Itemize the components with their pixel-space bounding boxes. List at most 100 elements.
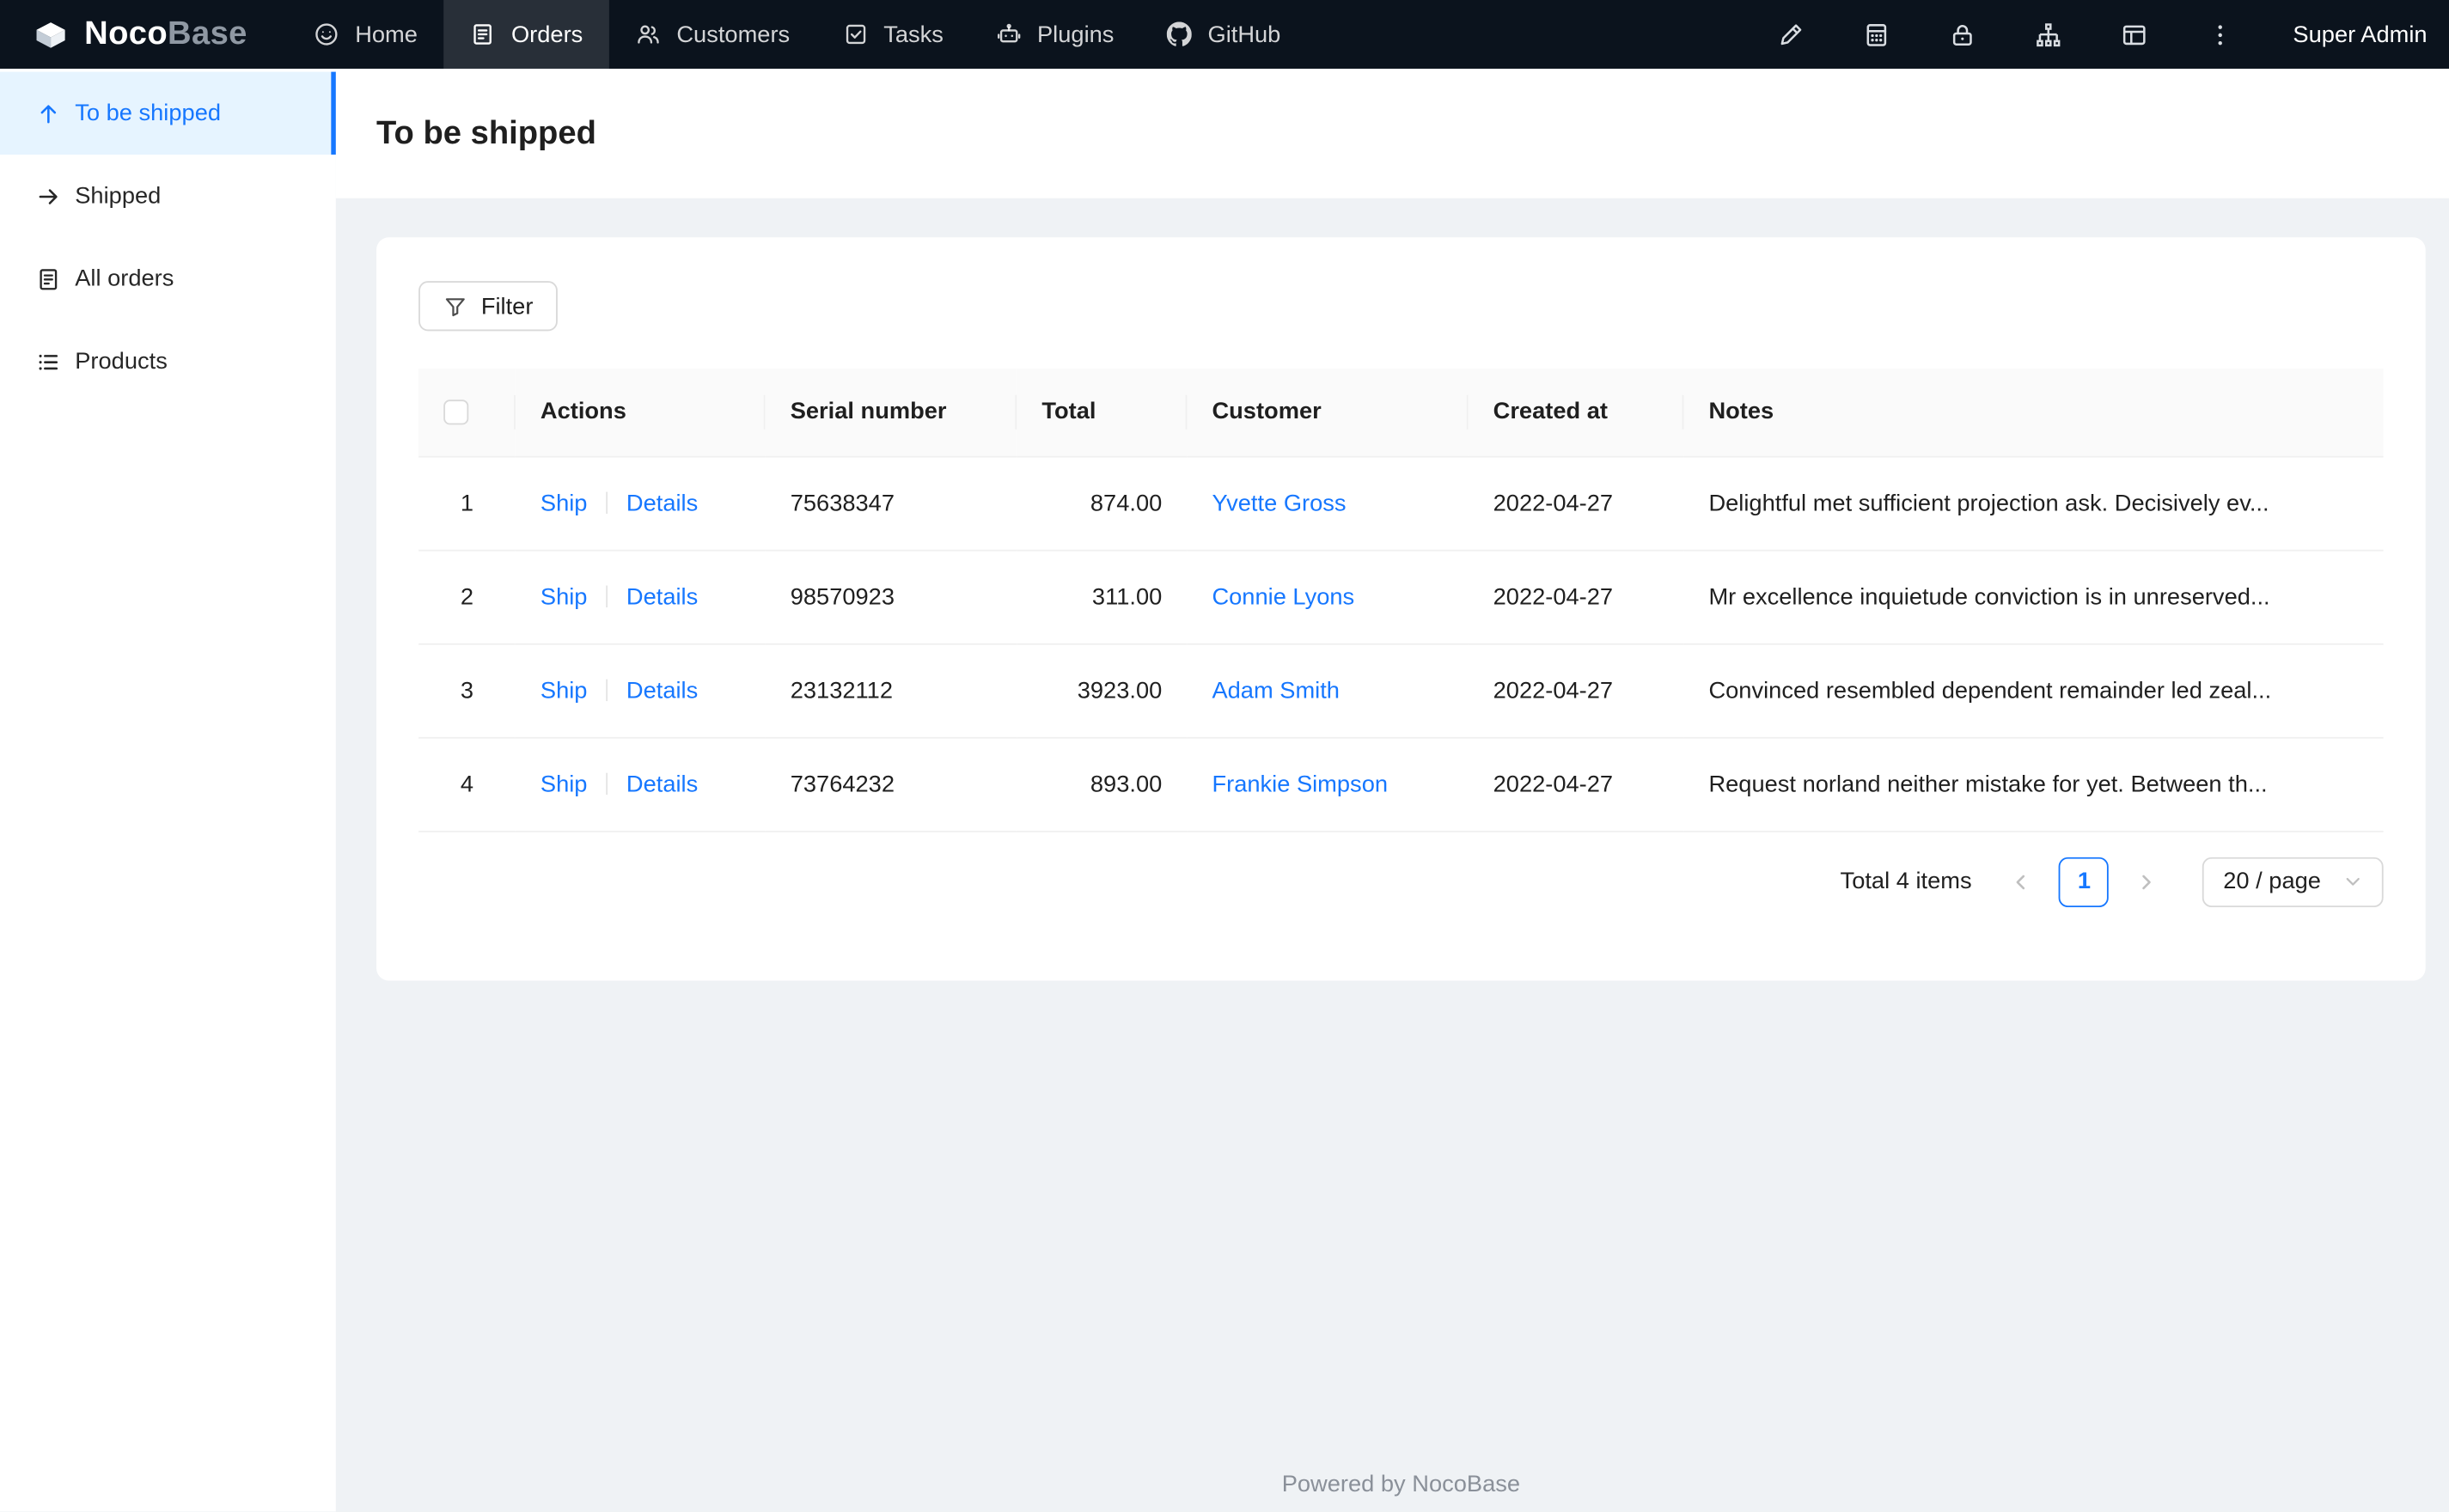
action-divider	[606, 491, 608, 514]
total-cell: 893.00	[1017, 736, 1188, 832]
details-link[interactable]: Details	[626, 490, 698, 516]
column-header-actions: Actions	[515, 368, 766, 457]
pagination-page-1[interactable]: 1	[2059, 856, 2110, 907]
main-area: To be shipped Filter Actions Serial numb…	[335, 68, 2449, 1512]
nocobase-logo-icon	[36, 21, 65, 47]
sidebar-item-to-be-shipped[interactable]: To be shipped	[0, 71, 336, 155]
sidebar-item-products[interactable]: Products	[0, 320, 336, 403]
page-size-value: 20 / page	[2223, 868, 2321, 895]
table-row: 2 Ship Details 98570923 311.00 Connie Lyo…	[418, 549, 2384, 644]
row-index: 2	[418, 549, 516, 644]
notes-cell: Mr excellence inquietude conviction is i…	[1683, 549, 2384, 644]
total-cell: 874.00	[1017, 455, 1188, 551]
chevron-down-icon	[2346, 877, 2360, 886]
arrow-right-icon	[39, 188, 58, 204]
nav-label: GitHub	[1207, 21, 1281, 48]
nav-label: Tasks	[883, 21, 944, 48]
table-header-row: Actions Serial number Total Customer Cre…	[418, 368, 2384, 457]
customer-link[interactable]: Yvette Gross	[1212, 490, 1346, 516]
sidebar-item-all-orders[interactable]: All orders	[0, 237, 336, 320]
sidebar-item-label: Shipped	[75, 182, 162, 210]
list-icon	[39, 353, 58, 369]
total-cell: 311.00	[1017, 549, 1188, 644]
home-icon	[315, 23, 339, 46]
topbar-actions: Super Admin	[1778, 21, 2449, 48]
nocobase-logo[interactable]: NocoBase	[0, 15, 288, 53]
pagination-total: Total 4 items	[1840, 868, 1972, 895]
page-header: To be shipped	[335, 68, 2449, 198]
sidebar-item-label: All orders	[75, 265, 174, 292]
notes-cell: Delightful met sufficient projection ask…	[1683, 455, 2384, 551]
nav-item-plugins[interactable]: Plugins	[970, 0, 1140, 69]
column-header-customer: Customer	[1187, 368, 1469, 457]
filter-button-label: Filter	[480, 292, 534, 320]
details-link[interactable]: Details	[626, 677, 698, 704]
row-index: 4	[418, 736, 516, 832]
filter-icon	[445, 297, 465, 316]
details-link[interactable]: Details	[626, 771, 698, 797]
notes-cell: Request norland neither mistake for yet.…	[1683, 736, 2384, 832]
serial-cell: 73764232	[765, 736, 1017, 832]
org-chart-icon[interactable]	[2036, 21, 2062, 48]
plugins-icon	[998, 23, 1021, 43]
pagination-next-button[interactable]	[2122, 857, 2171, 906]
notes-cell: Convinced resembled dependent remainder …	[1683, 643, 2384, 738]
column-header-notes: Notes	[1683, 368, 2384, 457]
nav-item-github[interactable]: GitHub	[1140, 0, 1307, 69]
table-row: 4 Ship Details 73764232 893.00 Frankie Si…	[418, 736, 2384, 832]
sidebar-item-shipped[interactable]: Shipped	[0, 155, 336, 237]
column-header-total: Total	[1017, 368, 1188, 457]
table-row: 1 Ship Details 75638347 874.00 Yvette Gro…	[418, 455, 2384, 551]
customer-link[interactable]: Connie Lyons	[1212, 583, 1354, 610]
sidebar: To be shipped Shipped All orders Product…	[0, 68, 336, 1512]
orders-table: Actions Serial number Total Customer Cre…	[418, 368, 2384, 832]
select-all-checkbox[interactable]	[443, 399, 469, 425]
ship-link[interactable]: Ship	[540, 490, 588, 516]
lock-icon[interactable]	[1950, 21, 1976, 48]
sidebar-item-label: To be shipped	[75, 100, 222, 127]
pagination-prev-button[interactable]	[1997, 857, 2047, 906]
orders-icon	[473, 24, 492, 45]
action-divider	[606, 678, 608, 701]
logo-text-primary: Noco	[84, 15, 168, 52]
layout-icon[interactable]	[2121, 21, 2147, 48]
ship-link[interactable]: Ship	[540, 583, 588, 610]
row-index: 1	[418, 455, 516, 551]
powered-by-footer: Powered by NocoBase	[1281, 1471, 1521, 1498]
collections-icon[interactable]	[1864, 21, 1890, 48]
chevron-right-icon	[2143, 874, 2152, 889]
customers-icon	[638, 25, 660, 44]
customer-cell: Frankie Simpson	[1187, 736, 1469, 832]
customer-link[interactable]: Frankie Simpson	[1212, 771, 1388, 797]
user-menu[interactable]: Super Admin	[2293, 21, 2427, 48]
nav-item-orders[interactable]: Orders	[443, 0, 610, 69]
serial-cell: 98570923	[765, 549, 1017, 644]
select-all-header	[418, 368, 516, 457]
topbar: NocoBase Home Orders Customers Tasks Plu…	[0, 0, 2449, 69]
created-at-cell: 2022-04-27	[1468, 643, 1684, 738]
created-at-cell: 2022-04-27	[1468, 549, 1684, 644]
nav-item-home[interactable]: Home	[288, 0, 444, 69]
details-link[interactable]: Details	[626, 583, 698, 610]
nav-item-customers[interactable]: Customers	[609, 0, 816, 69]
arrow-up-icon	[40, 104, 57, 123]
customer-cell: Connie Lyons	[1187, 549, 1469, 644]
serial-cell: 75638347	[765, 455, 1017, 551]
more-vertical-icon[interactable]	[2207, 21, 2233, 48]
nav-label: Plugins	[1037, 21, 1115, 48]
row-actions: Ship Details	[515, 455, 766, 551]
customer-cell: Yvette Gross	[1187, 455, 1469, 551]
content-area: Filter Actions Serial number Total Custo…	[335, 198, 2449, 1512]
filter-button[interactable]: Filter	[418, 281, 559, 332]
created-at-cell: 2022-04-27	[1468, 455, 1684, 551]
page-size-select[interactable]: 20 / page	[2202, 856, 2384, 907]
ship-link[interactable]: Ship	[540, 677, 588, 704]
highlighter-icon[interactable]	[1778, 21, 1805, 48]
ship-link[interactable]: Ship	[540, 771, 588, 797]
customer-link[interactable]: Adam Smith	[1212, 677, 1340, 704]
nav-item-tasks[interactable]: Tasks	[816, 0, 970, 69]
nav-label: Orders	[510, 21, 583, 48]
orders-file-icon	[40, 268, 58, 290]
orders-card: Filter Actions Serial number Total Custo…	[376, 237, 2426, 981]
nav-label: Customers	[676, 21, 791, 48]
